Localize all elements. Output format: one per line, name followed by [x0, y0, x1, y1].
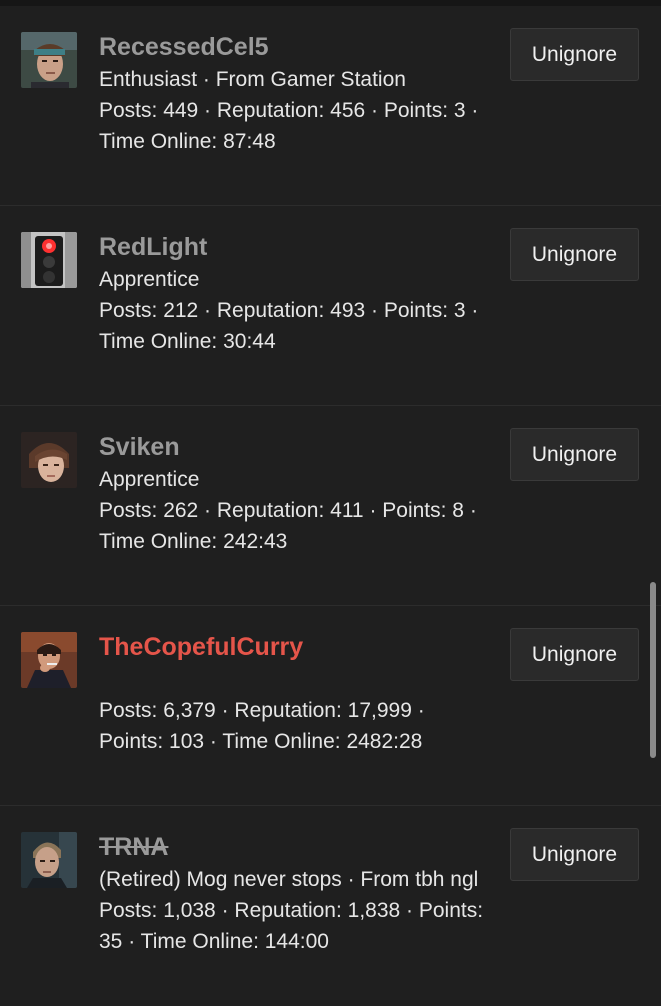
- ignored-users-list: RecessedCel5 Enthusiast · From Gamer Sta…: [0, 6, 661, 1006]
- username-link[interactable]: Sviken: [99, 430, 494, 464]
- avatar-headband-man[interactable]: [21, 32, 77, 88]
- user-info: TheCopefulCurry Posts: 6,379 · Reputatio…: [99, 630, 494, 757]
- user-stats: Posts: 1,038 · Reputation: 1,838 · Point…: [99, 899, 484, 953]
- unignore-button[interactable]: Unignore: [510, 28, 639, 81]
- user-info: Sviken Apprentice Posts: 262 · Reputatio…: [99, 430, 494, 557]
- user-stats: Posts: 449 · Reputation: 456 · Points: 3…: [99, 99, 479, 153]
- user-stats: Posts: 262 · Reputation: 411 · Points: 8…: [99, 499, 477, 553]
- user-stats: Posts: 212 · Reputation: 493 · Points: 3…: [99, 299, 479, 353]
- user-row: TheCopefulCurry Posts: 6,379 · Reputatio…: [0, 606, 661, 806]
- user-stats: Posts: 6,379 · Reputation: 17,999 · Poin…: [99, 699, 425, 753]
- unignore-button[interactable]: Unignore: [510, 228, 639, 281]
- unignore-button[interactable]: Unignore: [510, 828, 639, 881]
- username-link[interactable]: TRNA: [99, 830, 494, 864]
- user-row: Sviken Apprentice Posts: 262 · Reputatio…: [0, 406, 661, 606]
- user-info: RedLight Apprentice Posts: 212 · Reputat…: [99, 230, 494, 357]
- unignore-button[interactable]: Unignore: [510, 628, 639, 681]
- user-title: [99, 664, 494, 695]
- username-link[interactable]: RecessedCel5: [99, 30, 494, 64]
- user-title: (Retired) Mog never stops · From tbh ngl: [99, 868, 479, 891]
- avatar-young-man[interactable]: [21, 432, 77, 488]
- user-title: Enthusiast · From Gamer Station: [99, 68, 406, 91]
- user-title: Apprentice: [99, 468, 200, 491]
- avatar-man-portrait[interactable]: [21, 832, 77, 888]
- user-row: RedLight Apprentice Posts: 212 · Reputat…: [0, 206, 661, 406]
- avatar-man-smoking[interactable]: [21, 632, 77, 688]
- scrollbar-thumb[interactable]: [650, 582, 656, 758]
- avatar-traffic-light[interactable]: [21, 232, 77, 288]
- user-info: RecessedCel5 Enthusiast · From Gamer Sta…: [99, 30, 494, 157]
- username-link[interactable]: RedLight: [99, 230, 494, 264]
- user-row: TRNA (Retired) Mog never stops · From tb…: [0, 806, 661, 1006]
- user-row: RecessedCel5 Enthusiast · From Gamer Sta…: [0, 6, 661, 206]
- unignore-button[interactable]: Unignore: [510, 428, 639, 481]
- user-title: Apprentice: [99, 268, 200, 291]
- user-info: TRNA (Retired) Mog never stops · From tb…: [99, 830, 494, 957]
- username-link[interactable]: TheCopefulCurry: [99, 630, 494, 664]
